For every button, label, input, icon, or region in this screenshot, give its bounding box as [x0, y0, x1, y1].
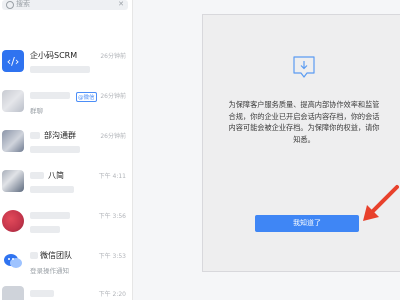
search-bar[interactable]: 搜索 ✕ — [2, 0, 128, 10]
user-avatar — [2, 286, 24, 300]
group-avatar — [2, 130, 24, 152]
confirm-button[interactable]: 我知道了 — [255, 215, 359, 232]
blurred-title — [30, 212, 70, 219]
conversation-preview: 群聊 — [30, 107, 43, 115]
archive-notice-dialog: 为保障客户服务质量、提高内部协作效率和监管合规，你的企业已开启会话内容存档，你的… — [202, 14, 400, 272]
conversation-item[interactable]: 下午 3:56 — [0, 204, 132, 242]
conversation-time: 下午 3:53 — [98, 253, 126, 260]
close-icon[interactable]: ✕ — [118, 0, 124, 8]
group-avatar — [2, 170, 24, 192]
conversation-item[interactable]: 部沟通群 26分钟前 — [0, 124, 132, 162]
conversation-time: 下午 3:56 — [98, 213, 126, 220]
conversation-time: 下午 4:11 — [98, 173, 126, 180]
blurred-preview — [30, 226, 60, 233]
conversation-sidebar: 搜索 ✕ ‹/› 企小码SCRM 26分钟前 @微信 群聊 26分钟前 部沟通群… — [0, 0, 133, 300]
user-avatar — [2, 210, 24, 232]
blurred-title — [30, 252, 38, 259]
download-icon — [291, 55, 317, 79]
blurred-title — [30, 92, 70, 99]
svg-text:‹/›: ‹/› — [7, 55, 20, 68]
blurred-title — [30, 290, 54, 297]
conversation-item[interactable]: 下午 2:20 — [0, 284, 132, 300]
external-badge: @微信 — [76, 92, 97, 102]
conversation-title: 微信团队 — [40, 251, 72, 260]
red-arrow-icon — [359, 183, 399, 223]
blurred-preview — [30, 146, 80, 153]
conversation-title: 部沟通群 — [44, 131, 76, 140]
conversation-item[interactable]: ‹/› 企小码SCRM 26分钟前 — [0, 44, 132, 82]
blurred-preview — [30, 66, 90, 73]
conversation-time: 26分钟前 — [100, 133, 126, 140]
search-icon — [6, 1, 14, 9]
code-icon: ‹/› — [7, 55, 20, 68]
conversation-title: 企小码SCRM — [30, 51, 78, 60]
conversation-item[interactable]: @微信 群聊 26分钟前 — [0, 84, 132, 122]
conversation-item[interactable]: 八简 下午 4:11 — [0, 164, 132, 202]
blurred-preview — [30, 186, 74, 193]
notice-message: 为保障客户服务质量、提高内部协作效率和监管合规，你的企业已开启会话内容存档，你的… — [228, 100, 380, 144]
wechat-team-avatar — [2, 250, 24, 272]
app-avatar: ‹/› — [2, 50, 24, 72]
conversation-time: 下午 2:20 — [98, 291, 126, 298]
group-avatar — [2, 90, 24, 112]
conversation-time: 26分钟前 — [100, 93, 126, 100]
conversation-preview: 登录操作通知 — [30, 267, 69, 275]
chat-bubble-icon — [4, 254, 22, 268]
blurred-title — [30, 172, 44, 179]
search-placeholder: 搜索 — [16, 0, 30, 8]
blurred-title — [30, 132, 40, 139]
conversation-item[interactable]: 微信团队 登录操作通知 下午 3:53 — [0, 244, 132, 282]
conversation-time: 26分钟前 — [100, 53, 126, 60]
conversation-title: 八简 — [48, 171, 64, 180]
